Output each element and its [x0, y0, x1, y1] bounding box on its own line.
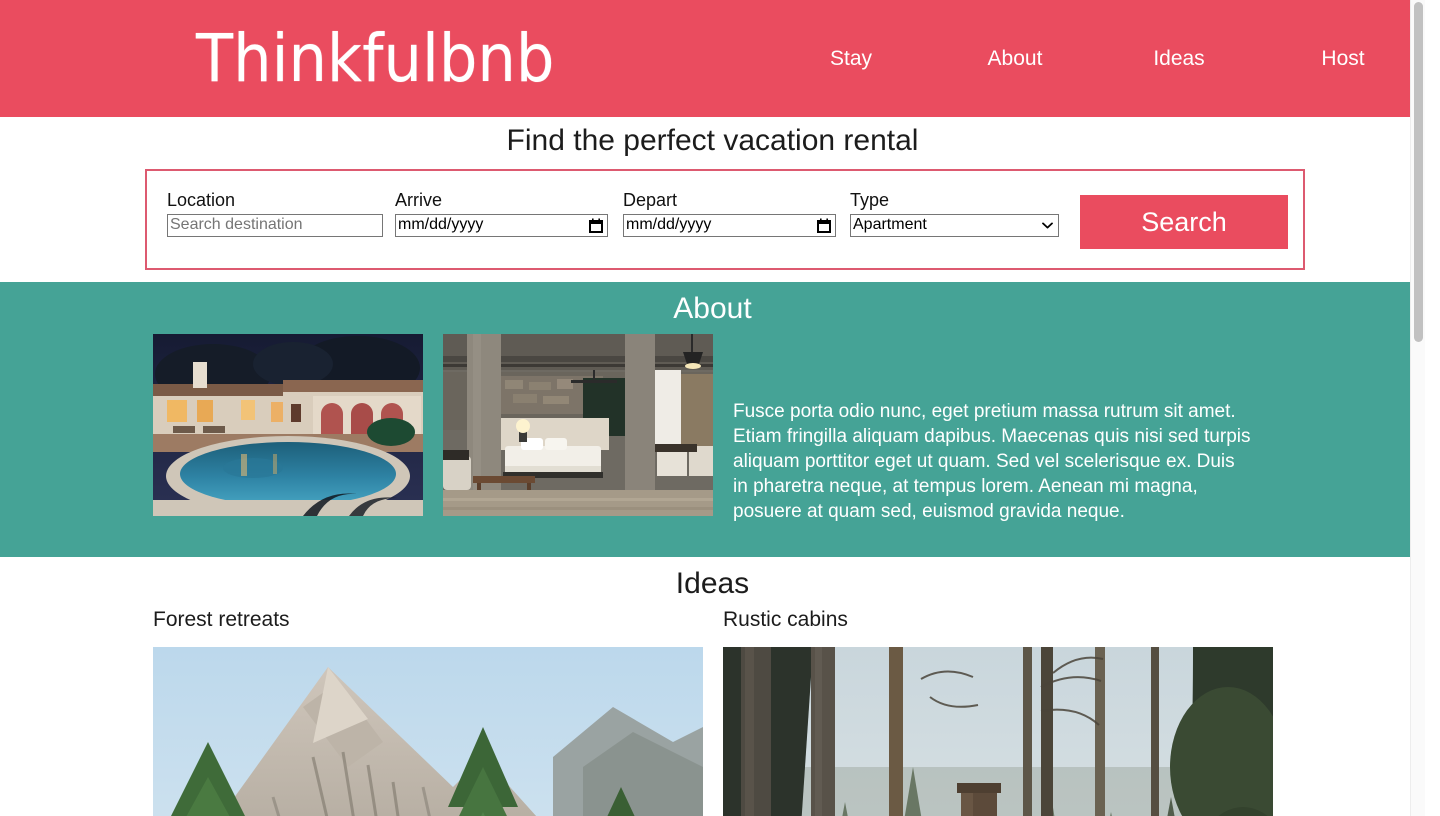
idea-card[interactable]: Forest retreats [153, 607, 703, 816]
site-header: Thinkfulbnb Stay About Ideas Host [0, 0, 1425, 117]
chevron-down-icon[interactable] [1042, 222, 1053, 229]
page-scrollbar[interactable] [1410, 0, 1425, 816]
about-body: Fusce porta odio nunc, eget pretium mass… [0, 334, 1425, 543]
idea-card-photo-rustic-cabins [723, 646, 1273, 816]
ideas-section: Ideas Forest retreats Rustic cabins [0, 557, 1425, 816]
about-section: About Fusce porta odio nunc, eget pretiu… [0, 282, 1425, 558]
about-photo-villa-pool [153, 334, 423, 516]
page-root: Thinkfulbnb Stay About Ideas Host Find t… [0, 0, 1425, 816]
idea-card-title: Rustic cabins [723, 608, 848, 632]
brand-logo[interactable]: Thinkfulbnb [196, 25, 554, 92]
depart-label: Depart [623, 190, 678, 210]
about-paragraph: Fusce porta odio nunc, eget pretium mass… [733, 401, 1251, 523]
hero-section: Find the perfect vacation rental Locatio… [0, 117, 1425, 270]
idea-card-photo-forest-retreats [153, 646, 703, 816]
nav-item-host[interactable]: Host [1261, 47, 1425, 71]
location-field-group: Location [167, 189, 383, 237]
location-label: Location [167, 190, 236, 210]
arrive-field-group: Arrive mm/dd/yyyy [395, 189, 608, 237]
ideas-grid: Forest retreats Rustic cabins [0, 607, 1425, 816]
depart-field-group: Depart mm/dd/yyyy [623, 189, 836, 237]
page-title: Find the perfect vacation rental [506, 124, 919, 157]
arrive-date-input[interactable]: mm/dd/yyyy [395, 213, 608, 237]
type-select[interactable]: Apartment [850, 213, 1059, 237]
ideas-heading: Ideas [675, 567, 750, 601]
idea-card[interactable]: Rustic cabins [723, 607, 1273, 816]
nav-item-stay[interactable]: Stay [769, 47, 933, 71]
depart-date-value: mm/dd/yyyy [626, 216, 712, 233]
search-form: Location Arrive mm/dd/yyyy Depart [145, 169, 1305, 270]
scrollbar-thumb[interactable] [1414, 2, 1423, 342]
about-photo-loft-bedroom [443, 334, 713, 516]
search-input[interactable] [167, 213, 383, 237]
arrive-label: Arrive [395, 190, 443, 210]
search-button[interactable]: Search [1080, 195, 1288, 249]
about-spacer [0, 543, 1425, 557]
type-label: Type [850, 190, 890, 210]
calendar-icon[interactable] [817, 218, 831, 233]
calendar-icon[interactable] [589, 218, 603, 233]
type-select-value: Apartment [853, 216, 927, 233]
about-heading: About [673, 292, 752, 325]
main-navigation: Stay About Ideas Host [769, 47, 1425, 71]
arrive-date-value: mm/dd/yyyy [398, 216, 484, 233]
depart-date-input[interactable]: mm/dd/yyyy [623, 213, 836, 237]
nav-item-about[interactable]: About [933, 47, 1097, 71]
type-field-group: Type Apartment [850, 189, 1059, 237]
idea-card-title: Forest retreats [153, 608, 290, 632]
nav-item-ideas[interactable]: Ideas [1097, 47, 1261, 71]
